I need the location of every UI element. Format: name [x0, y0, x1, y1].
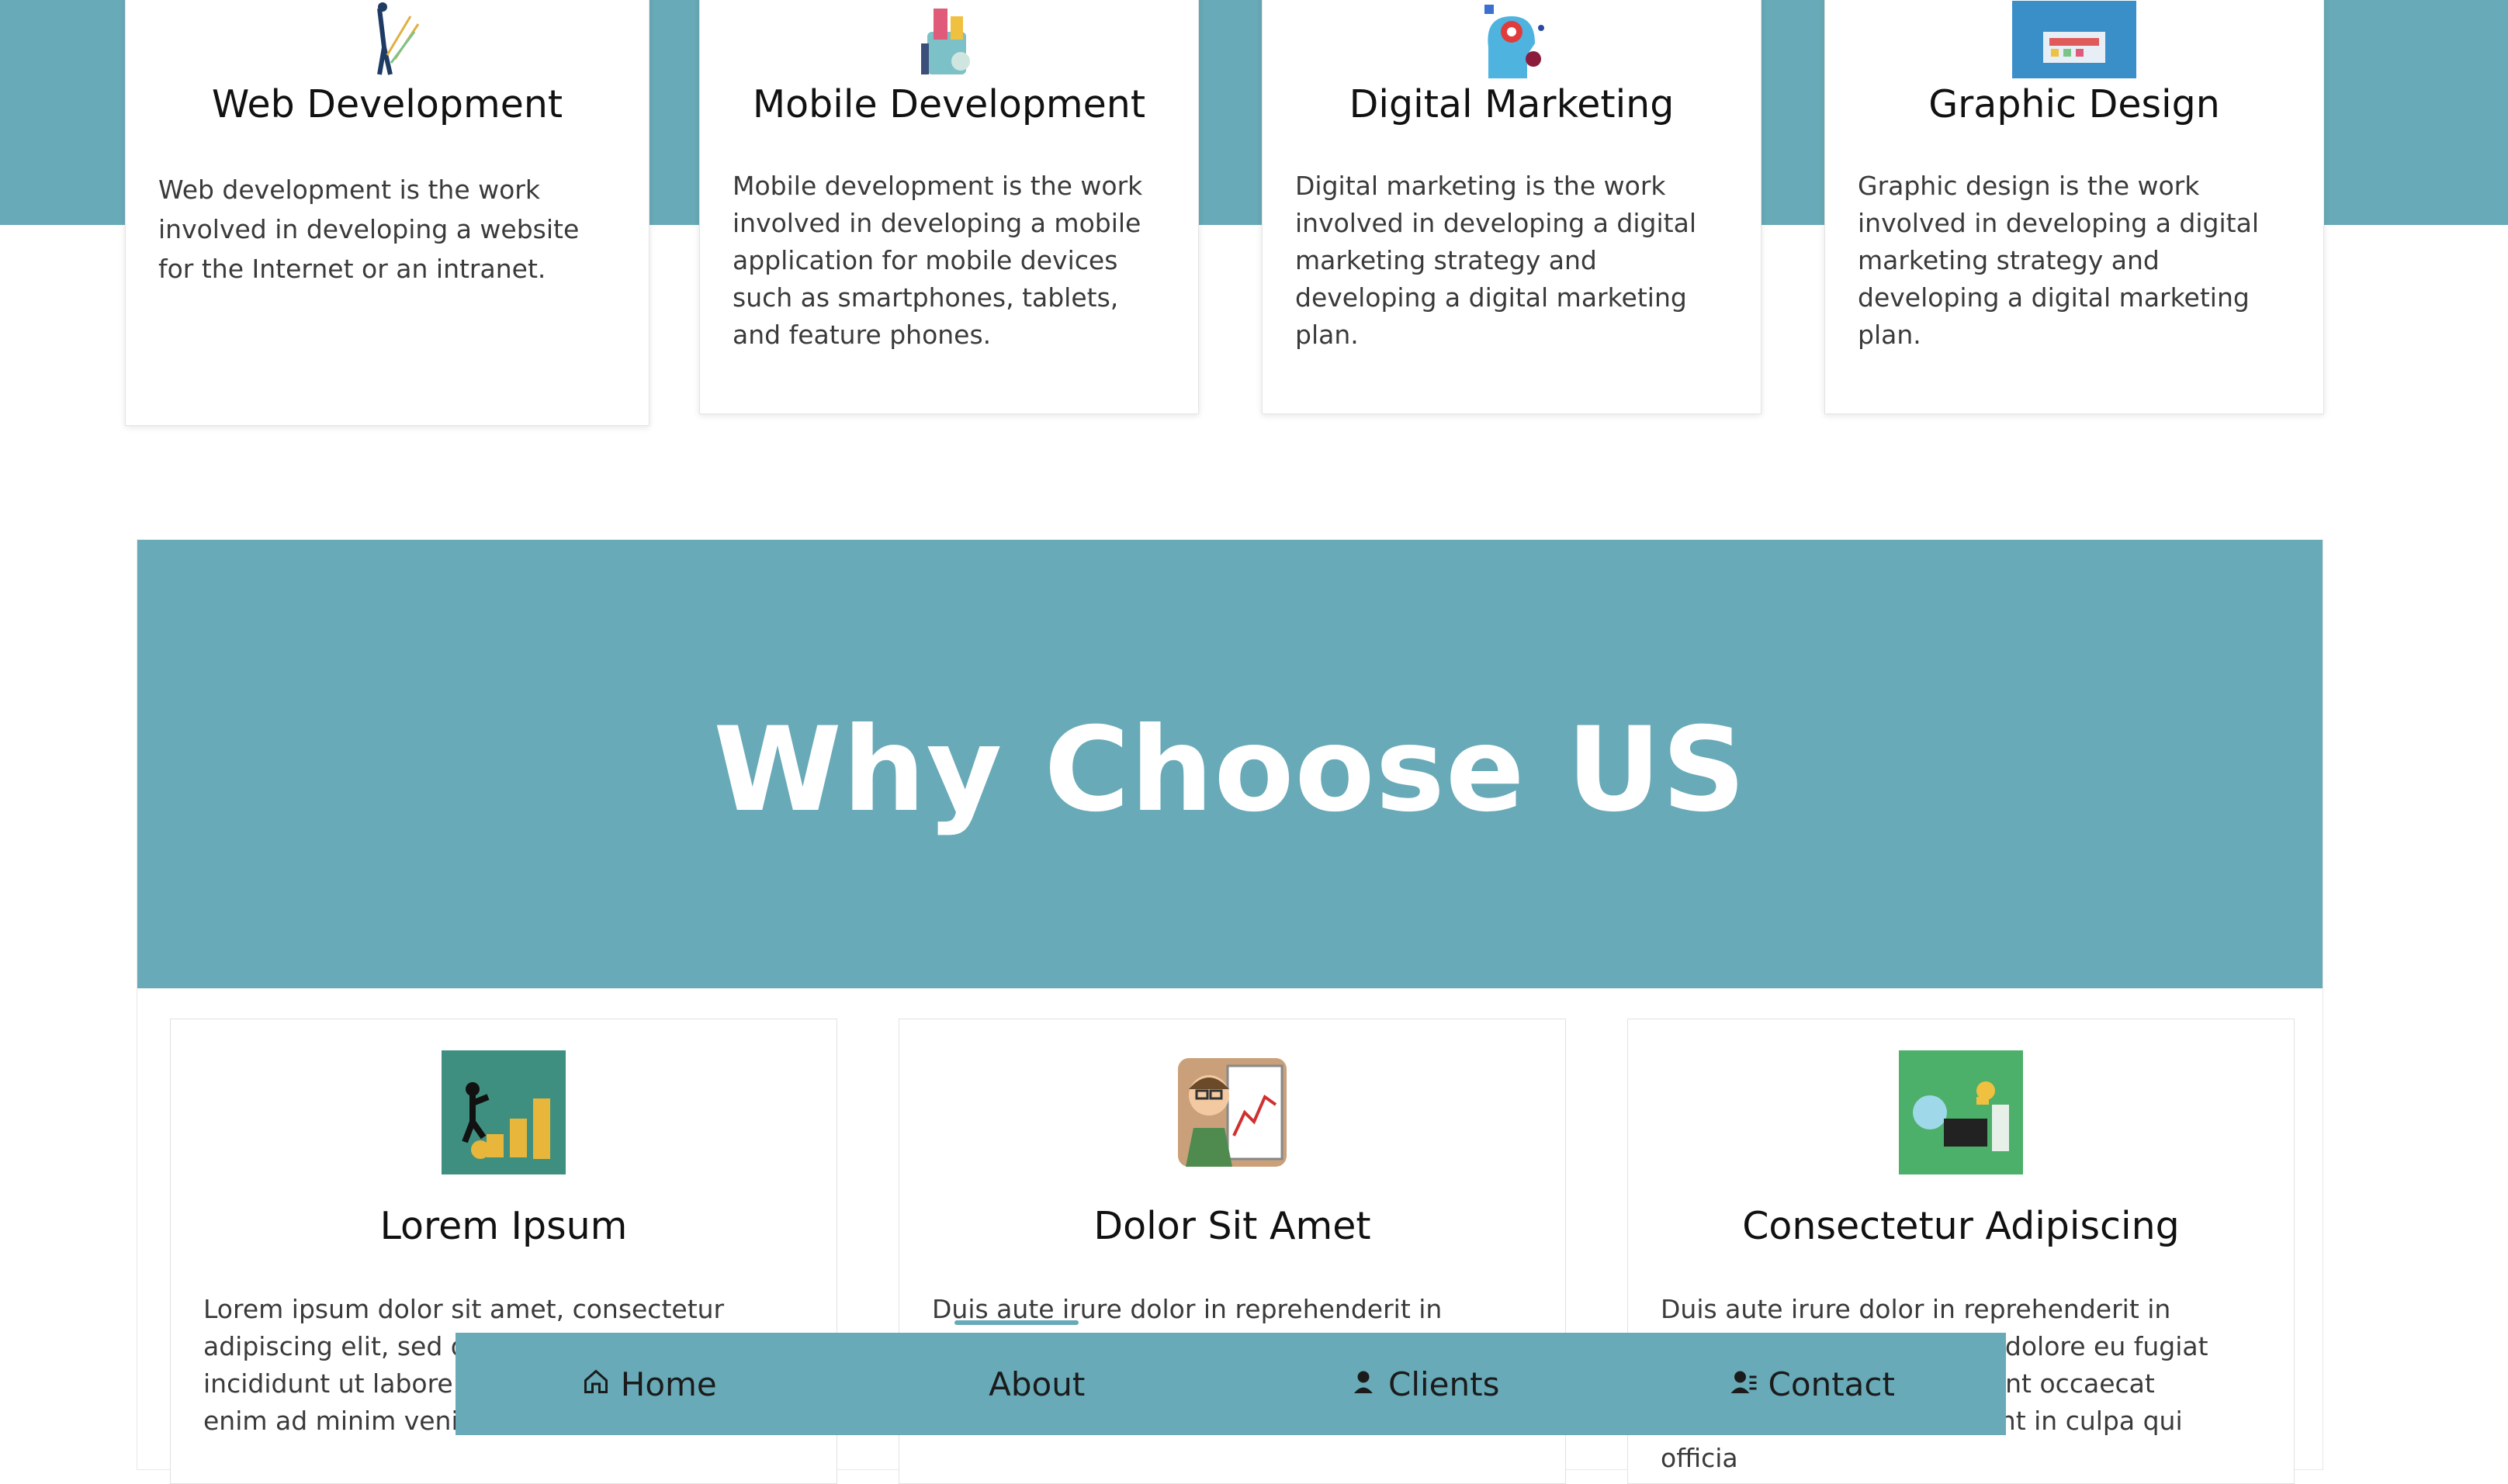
nav-home[interactable]: Home — [456, 1365, 844, 1403]
online-business-icon — [1899, 1050, 2023, 1174]
service-description: Digital marketing is the work involved i… — [1295, 171, 1696, 350]
feature-title: Dolor Sit Amet — [1093, 1204, 1371, 1248]
nav-clients[interactable]: Clients — [1231, 1365, 1619, 1403]
service-title: Mobile Development — [752, 82, 1146, 126]
service-card-graphic-design[interactable]: Graphic Design Graphic design is the wor… — [1824, 0, 2324, 414]
bottom-navigation-bar: Home About Clients Contact — [456, 1333, 2006, 1435]
service-description: Mobile development is the work involved … — [733, 171, 1143, 350]
active-link-underline — [954, 1320, 1079, 1325]
home-icon — [582, 1365, 610, 1403]
growth-chart-person-icon — [325, 1, 449, 78]
service-description: Web development is the work involved in … — [158, 175, 580, 284]
service-card-web-development[interactable]: Web Development Web development is the w… — [125, 0, 650, 426]
service-title: Digital Marketing — [1349, 82, 1675, 126]
nav-contact-label: Contact — [1768, 1365, 1895, 1403]
nav-about[interactable]: About — [844, 1365, 1231, 1403]
feature-title: Lorem Ipsum — [379, 1204, 628, 1248]
person-icon — [1349, 1365, 1377, 1403]
nav-about-label: About — [989, 1365, 1086, 1403]
contact-card-icon — [1730, 1365, 1758, 1403]
chart-clipboard-man-icon — [1170, 1050, 1294, 1174]
why-choose-us-heading: Why Choose US — [713, 703, 1747, 838]
feature-title: Consectetur Adipiscing — [1742, 1204, 2180, 1248]
nav-home-label: Home — [620, 1365, 717, 1403]
marketing-head-icon — [1450, 1, 1574, 78]
nav-clients-label: Clients — [1388, 1365, 1500, 1403]
why-choose-us-section: Why Choose US Lorem Ipsum Lorem ipsum do… — [137, 539, 2323, 1484]
service-title: Web Development — [211, 82, 563, 126]
nav-contact[interactable]: Contact — [1619, 1365, 2007, 1403]
mobile-app-icon — [887, 1, 1011, 78]
design-screen-icon — [2012, 1, 2136, 78]
coins-businessman-icon — [442, 1050, 566, 1174]
service-description: Graphic design is the work involved in d… — [1858, 171, 2259, 350]
why-choose-us-banner: Why Choose US — [137, 540, 2323, 988]
service-card-mobile-development[interactable]: Mobile Development Mobile development is… — [699, 0, 1199, 414]
service-title: Graphic Design — [1928, 82, 2220, 126]
service-card-digital-marketing[interactable]: Digital Marketing Digital marketing is t… — [1262, 0, 1761, 414]
